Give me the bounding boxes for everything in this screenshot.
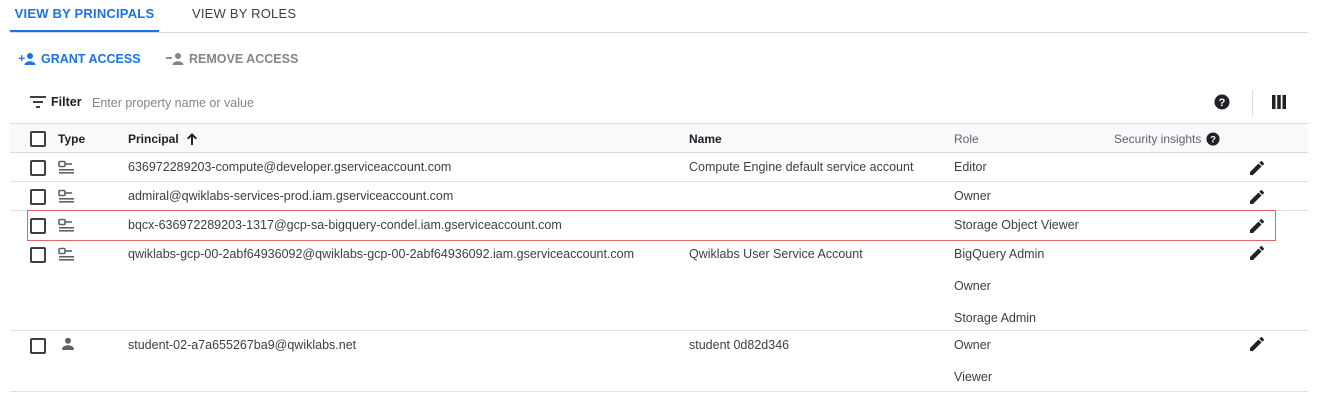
remove-access-button[interactable]: REMOVE ACCESS <box>166 50 298 68</box>
principal-email: admiral@qwiklabs-services-prod.iam.gserv… <box>128 189 454 203</box>
header-role[interactable]: Role <box>954 132 979 146</box>
principal-email: qwiklabs-gcp-00-2abf64936092@qwiklabs-gc… <box>128 247 635 261</box>
tab-bar: VIEW BY PRINCIPALS VIEW BY ROLES <box>10 0 1308 33</box>
role-label: Owner <box>954 338 991 352</box>
remove-access-label: REMOVE ACCESS <box>189 52 299 66</box>
service-account-icon <box>58 218 74 232</box>
principal-name: Qwiklabs User Service Account <box>689 247 863 261</box>
filter-label: Filter <box>51 95 82 109</box>
filter-bar: Filter ? <box>10 88 1308 118</box>
svg-text:?: ? <box>1219 97 1226 109</box>
role-label: Editor <box>954 160 987 174</box>
arrow-up-icon <box>186 133 197 145</box>
filter-input[interactable] <box>92 92 692 114</box>
pencil-icon[interactable] <box>1250 245 1265 260</box>
row-checkbox[interactable] <box>30 338 46 354</box>
table-row: bqcx-636972289203-1317@gcp-sa-bigquery-c… <box>10 211 1308 240</box>
principal-email: bqcx-636972289203-1317@gcp-sa-bigquery-c… <box>128 218 562 232</box>
header-name[interactable]: Name <box>689 132 722 146</box>
select-all-checkbox[interactable] <box>30 131 46 147</box>
header-type[interactable]: Type <box>58 132 85 146</box>
role-label: Owner <box>954 189 991 203</box>
table-header: Type Principal Name Role Security insigh… <box>10 123 1308 153</box>
filter-icon[interactable] <box>30 96 46 108</box>
pencil-icon[interactable] <box>1250 189 1265 204</box>
table-row: qwiklabs-gcp-00-2abf64936092@qwiklabs-gc… <box>10 240 1308 331</box>
service-account-icon <box>58 247 74 261</box>
principal-email: student-02-a7a655267ba9@qwiklabs.net <box>128 338 357 352</box>
grant-access-label: GRANT ACCESS <box>41 52 141 66</box>
service-account-icon <box>58 189 74 203</box>
row-checkbox[interactable] <box>30 160 46 176</box>
row-checkbox[interactable] <box>30 218 46 234</box>
row-checkbox[interactable] <box>30 247 46 263</box>
help-icon[interactable]: ? <box>1214 94 1230 110</box>
toolbar-divider <box>1252 90 1253 116</box>
header-security-label: Security insights <box>1114 132 1202 146</box>
pencil-icon[interactable] <box>1250 218 1265 233</box>
tab-view-by-principals[interactable]: VIEW BY PRINCIPALS <box>10 0 159 32</box>
person-add-icon <box>18 53 36 65</box>
help-icon[interactable]: ? <box>1206 132 1220 146</box>
pencil-icon[interactable] <box>1250 160 1265 175</box>
pencil-icon[interactable] <box>1250 336 1265 351</box>
role-label: Storage Admin <box>954 311 1036 325</box>
role-label: Storage Object Viewer <box>954 218 1079 232</box>
principal-email: 636972289203-compute@developer.gservicea… <box>128 160 452 174</box>
role-label: BigQuery Admin <box>954 247 1045 261</box>
svg-text:?: ? <box>1210 135 1216 146</box>
columns-icon[interactable] <box>1272 95 1286 109</box>
principal-name: Compute Engine default service account <box>689 160 914 174</box>
role-label: Viewer <box>954 370 992 384</box>
table-row: admiral@qwiklabs-services-prod.iam.gserv… <box>10 182 1308 211</box>
person-remove-icon <box>166 53 184 65</box>
row-checkbox[interactable] <box>30 189 46 205</box>
role-label: Owner <box>954 279 991 293</box>
person-icon <box>62 337 74 350</box>
table-row: 636972289203-compute@developer.gservicea… <box>10 153 1308 182</box>
header-principal-label: Principal <box>128 132 179 146</box>
header-principal[interactable]: Principal <box>128 132 198 146</box>
tab-view-by-roles[interactable]: VIEW BY ROLES <box>192 0 310 32</box>
grant-access-button[interactable]: GRANT ACCESS <box>18 50 141 68</box>
table-row: student-02-a7a655267ba9@qwiklabs.net stu… <box>10 331 1308 392</box>
principal-name: student 0d82d346 <box>689 338 790 352</box>
header-security-insights[interactable]: Security insights ? <box>1114 132 1220 146</box>
principals-table: Type Principal Name Role Security insigh… <box>10 123 1308 392</box>
service-account-icon <box>58 160 74 174</box>
